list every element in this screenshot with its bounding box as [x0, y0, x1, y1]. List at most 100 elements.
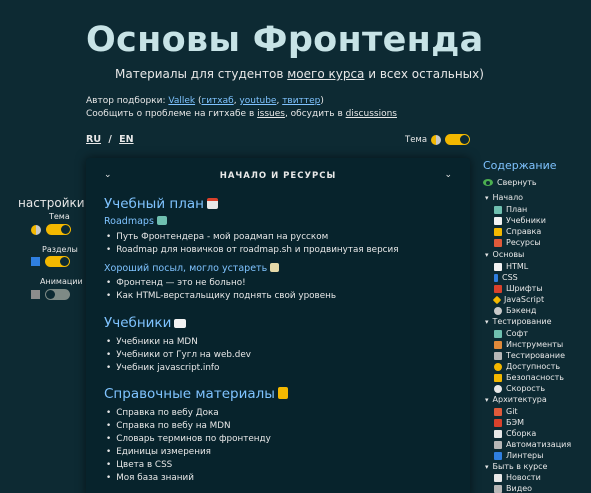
settings-theme-toggle[interactable] — [46, 224, 71, 235]
toc-item-linters[interactable]: Линтеры — [494, 451, 543, 460]
theme-toggle[interactable] — [445, 134, 471, 145]
toc-item-label: Инструменты — [506, 340, 564, 349]
toc-section-start[interactable]: Начало — [485, 193, 524, 202]
toc-section-label: Тестирование — [492, 317, 552, 326]
list-item[interactable]: Учебники от Гугл на web.dev — [106, 350, 251, 360]
toc-item-speed[interactable]: Скорость — [494, 384, 545, 393]
toc-item-git[interactable]: Git — [494, 407, 518, 416]
checkbox-icon — [494, 451, 502, 460]
lang-en-link[interactable]: EN — [119, 134, 133, 145]
toc-item-build[interactable]: Сборка — [494, 429, 536, 438]
notebook-icon — [277, 387, 288, 399]
list-item[interactable]: Словарь терминов по фронтенду — [106, 434, 271, 444]
toc-item-reference[interactable]: Справка — [494, 227, 541, 236]
toc-item-html[interactable]: HTML — [494, 262, 528, 271]
toc-item-accessibility[interactable]: Доступность — [494, 362, 560, 371]
toc-item-css[interactable]: CSS — [494, 273, 518, 282]
list-item[interactable]: Справка по вебу Дока — [106, 408, 218, 418]
setting-theme-label: Тема — [49, 212, 70, 221]
report-text-mid: , обсудить в — [284, 109, 346, 119]
author-link[interactable]: Vallek — [168, 96, 195, 106]
toc-item-news[interactable]: Новости — [494, 473, 541, 482]
toc-section-architecture[interactable]: Архитектура — [485, 395, 547, 404]
textbooks-title-text: Учебники — [104, 315, 172, 331]
lang-ru-link[interactable]: RU — [86, 134, 101, 145]
author-info: Автор подборки: Vallek (гитхаб, youtube,… — [86, 95, 397, 121]
settings-animations-toggle[interactable] — [45, 289, 70, 300]
toc-item-resources[interactable]: Ресурсы — [494, 238, 541, 247]
chevron-down-icon[interactable]: ⌄ — [444, 170, 452, 180]
toc-section-testing[interactable]: Тестирование — [485, 317, 552, 326]
pencil-icon — [494, 329, 502, 338]
toc-collapse[interactable]: Свернуть — [483, 178, 537, 187]
author-label: Автор подборки: — [86, 96, 169, 106]
list-item[interactable]: Справка по вебу на MDN — [106, 421, 230, 431]
list-item[interactable]: Как HTML-верстальщику поднять свой урове… — [106, 291, 336, 301]
theme-switch-top: Тема — [405, 134, 471, 145]
toc-section-basics[interactable]: Основы — [485, 250, 525, 259]
roadmaps-title-text[interactable]: Roadmaps — [104, 216, 154, 227]
list-item[interactable]: Моя база знаний — [106, 473, 194, 483]
issues-link[interactable]: issues — [257, 109, 285, 119]
page-title: Основы Фронтенда — [86, 20, 484, 60]
font-icon — [494, 284, 502, 293]
list-item[interactable]: Цвета в CSS — [106, 460, 172, 470]
toc-item-fonts[interactable]: Шрифты — [494, 284, 543, 293]
section-heading[interactable]: НАЧАЛО И РЕСУРСЫ — [86, 171, 470, 181]
list-item[interactable]: Фронтенд — это не больно! — [106, 278, 245, 288]
toc-item-label: Новости — [506, 473, 541, 482]
info-icon — [31, 257, 40, 266]
toc-section-label: Основы — [492, 250, 525, 259]
calendar-icon — [206, 198, 218, 209]
list-item[interactable]: Путь Фронтендера - мой роадмап на русско… — [106, 232, 328, 242]
posts-title: Хороший посыл, могло устареть — [104, 263, 280, 274]
eye-icon — [483, 179, 493, 186]
toc-item-security[interactable]: Безопасность — [494, 373, 564, 382]
discussions-link[interactable]: discussions — [346, 109, 397, 119]
toc-section-label: Начало — [492, 193, 524, 202]
toc-item-video[interactable]: Видео — [494, 484, 532, 493]
setting-theme — [31, 224, 71, 235]
toc-item-tools[interactable]: Инструменты — [494, 340, 563, 349]
settings-sections-toggle[interactable] — [45, 256, 70, 267]
toc-item-label: HTML — [506, 262, 529, 271]
toc-item-plan[interactable]: План — [494, 205, 527, 214]
course-link[interactable]: моего курса — [287, 67, 364, 81]
toc-item-label: Линтеры — [506, 451, 544, 460]
list-item[interactable]: Учебник javascript.info — [106, 363, 219, 373]
toc-item-label: Сборка — [506, 429, 537, 438]
list-item[interactable]: Учебники на MDN — [106, 337, 198, 347]
toc-item-textbooks[interactable]: Учебники — [494, 216, 546, 225]
moon-icon — [431, 134, 442, 145]
toc-item-automation[interactable]: Автоматизация — [494, 440, 571, 449]
refs-title-text: Справочные материалы — [104, 386, 275, 402]
film-icon — [31, 290, 40, 299]
lang-separator: / — [108, 134, 112, 145]
ruler-icon — [494, 273, 498, 282]
toc-section-label: Быть в курсе — [492, 462, 548, 471]
toc-section-news[interactable]: Быть в курсе — [485, 462, 548, 471]
toc-item-label: Автоматизация — [506, 440, 572, 449]
twitter-link[interactable]: твиттер — [282, 96, 320, 106]
github-link[interactable]: гитхаб — [201, 96, 233, 106]
toc-item-label: Бэкенд — [506, 306, 537, 315]
toc-item-software[interactable]: Софт — [494, 329, 528, 338]
toc-item-backend[interactable]: Бэкенд — [494, 306, 536, 315]
branch-icon — [494, 407, 502, 416]
report-text: Сообщить о проблеме на гитхабе в — [86, 109, 258, 119]
toc-item-label: Доступность — [506, 362, 561, 371]
toc-item-javascript[interactable]: JavaScript — [492, 295, 544, 304]
youtube-link[interactable]: youtube — [239, 96, 276, 106]
toc-item-testing[interactable]: Тестирование — [494, 351, 565, 360]
posts-title-text[interactable]: Хороший посыл, могло устареть — [104, 263, 267, 274]
toc-item-label: Скорость — [506, 384, 546, 393]
refs-title: Справочные материалы — [104, 386, 288, 402]
stopwatch-icon — [494, 384, 502, 393]
language-switcher: RU / EN — [86, 134, 134, 145]
list-item[interactable]: Roadmap для новичков от roadmap.sh и про… — [106, 245, 398, 255]
scroll-icon — [270, 263, 280, 272]
list-item[interactable]: Единицы измерения — [106, 447, 211, 457]
toc-item-bem[interactable]: БЭМ — [494, 418, 524, 427]
package-icon — [494, 429, 502, 438]
plan-title-text: Учебный план — [104, 196, 204, 212]
